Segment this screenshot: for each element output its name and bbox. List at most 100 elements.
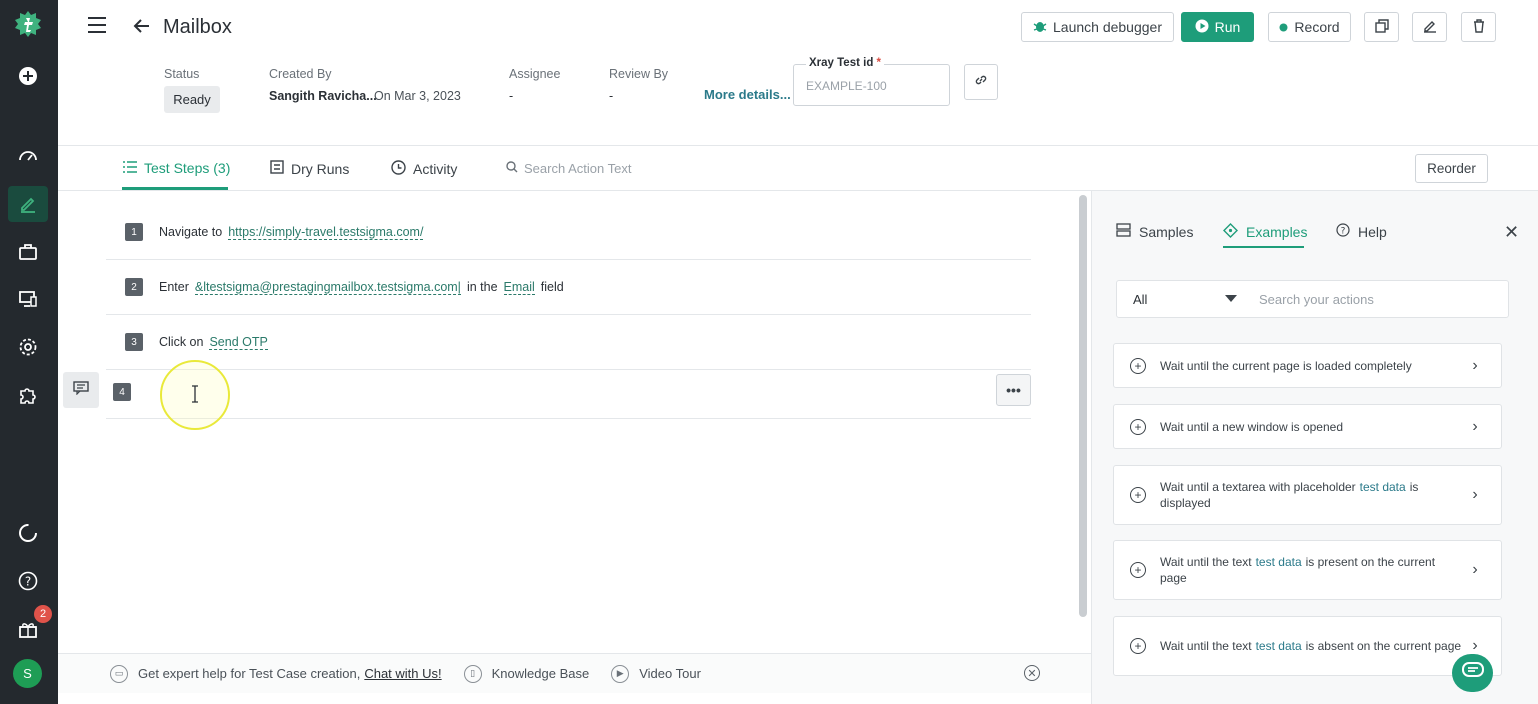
help-icon[interactable]: ? bbox=[14, 567, 42, 595]
assignee-value[interactable]: - bbox=[509, 89, 513, 103]
support-chat-button[interactable] bbox=[1452, 654, 1493, 692]
link-button[interactable] bbox=[964, 64, 998, 100]
status-label: Status bbox=[164, 67, 200, 81]
settings-gear-icon[interactable] bbox=[14, 333, 42, 361]
chat-with-us-link[interactable]: Chat with Us! bbox=[364, 666, 441, 681]
tab-test-steps[interactable]: Test Steps (3) bbox=[123, 160, 230, 176]
hamburger-menu-icon[interactable] bbox=[86, 14, 108, 36]
step-element-token[interactable]: Send OTP bbox=[209, 335, 268, 350]
chevron-right-icon: › bbox=[1472, 417, 1478, 435]
chevron-right-icon: › bbox=[1472, 637, 1478, 654]
search-actions-input[interactable]: Search your actions bbox=[1251, 292, 1374, 307]
edit-button[interactable] bbox=[1412, 12, 1447, 42]
close-panel-icon[interactable]: ✕ bbox=[1504, 222, 1519, 243]
step-url-token[interactable]: https://simply-travel.testsigma.com/ bbox=[228, 225, 424, 240]
tab-dry-runs[interactable]: Dry Runs bbox=[270, 160, 349, 177]
record-label: Record bbox=[1294, 19, 1340, 35]
xray-test-id-input[interactable]: EXAMPLE-100 bbox=[793, 64, 950, 106]
steps-scrollbar[interactable] bbox=[1079, 195, 1087, 617]
category-select[interactable]: All bbox=[1117, 281, 1251, 317]
record-button[interactable]: Record bbox=[1268, 12, 1351, 42]
knowledge-base-link[interactable]: ▯ Knowledge Base bbox=[463, 664, 589, 683]
active-panel-tab-underline bbox=[1223, 246, 1304, 248]
new-step-input-row[interactable]: 4 bbox=[106, 369, 1031, 419]
video-tour-label: Video Tour bbox=[639, 666, 701, 681]
example-action-card[interactable]: + Wait until the text test data is present… bbox=[1113, 540, 1502, 600]
launch-debugger-label: Launch debugger bbox=[1053, 19, 1162, 35]
svg-text:?: ? bbox=[1341, 227, 1346, 237]
add-circle-icon[interactable]: + bbox=[1130, 418, 1146, 435]
example-action-card[interactable]: + Wait until the current page is loaded … bbox=[1113, 343, 1502, 388]
action-filter-bar: All Search your actions bbox=[1116, 280, 1509, 318]
add-icon[interactable] bbox=[14, 62, 42, 90]
example-action-card[interactable]: + Wait until a textarea with placeholder… bbox=[1113, 465, 1502, 525]
assignee-label: Assignee bbox=[509, 67, 561, 81]
test-step-2[interactable]: 2 Enter &ltestsigma@prestagingmailbox.te… bbox=[106, 260, 1031, 315]
test-step-1[interactable]: 1 Navigate to https://simply-travel.test… bbox=[106, 205, 1031, 260]
chevron-right-icon: › bbox=[1472, 356, 1478, 374]
video-tour-link[interactable]: ▶ Video Tour bbox=[611, 664, 701, 683]
search-icon bbox=[506, 161, 518, 176]
help-text: Get expert help for Test Case creation, bbox=[138, 666, 361, 681]
add-circle-icon[interactable]: + bbox=[1130, 562, 1146, 578]
chat-icon bbox=[1461, 661, 1484, 685]
search-action-placeholder: Search Action Text bbox=[524, 161, 632, 176]
add-circle-icon[interactable]: + bbox=[1130, 638, 1146, 654]
step-action-text-mid: in the bbox=[466, 280, 498, 294]
test-step-3[interactable]: 3 Click on Send OTP bbox=[106, 315, 1031, 370]
reorder-button[interactable]: Reorder bbox=[1415, 154, 1488, 183]
xray-test-id-label: Xray Test id * bbox=[806, 57, 885, 69]
status-badge[interactable]: Ready bbox=[164, 86, 220, 113]
step-action-text: Click on bbox=[159, 335, 204, 349]
left-nav-rail: ? 2 S bbox=[0, 0, 58, 704]
text-cursor-icon bbox=[191, 385, 199, 408]
action-text-part: Wait until the current page is loaded co… bbox=[1160, 358, 1412, 373]
test-data-token: test data bbox=[1255, 555, 1302, 569]
tab-activity[interactable]: Activity bbox=[391, 160, 457, 178]
tab-dry-runs-label: Dry Runs bbox=[291, 160, 350, 177]
addons-puzzle-icon[interactable] bbox=[14, 381, 42, 409]
chat-bubble-icon: ▭ bbox=[110, 664, 128, 683]
step-test-data-token[interactable]: &ltestsigma@prestagingmailbox.testsigma.… bbox=[194, 280, 461, 295]
dry-runs-icon bbox=[270, 160, 284, 177]
step-action-text-end: field bbox=[540, 280, 564, 294]
book-icon: ▯ bbox=[463, 664, 482, 683]
dashboard-icon[interactable] bbox=[14, 142, 42, 170]
add-circle-icon[interactable]: + bbox=[1130, 357, 1146, 374]
step-comment-button[interactable] bbox=[63, 372, 99, 408]
tab-samples[interactable]: Samples bbox=[1116, 223, 1193, 240]
example-action-card[interactable]: + Wait until a new window is opened › bbox=[1113, 404, 1502, 449]
copy-button[interactable] bbox=[1364, 12, 1399, 42]
tab-help[interactable]: ? Help bbox=[1336, 223, 1387, 240]
devices-icon[interactable] bbox=[14, 285, 42, 313]
help-circle-icon: ? bbox=[1336, 223, 1350, 240]
back-arrow-icon[interactable] bbox=[132, 16, 152, 36]
action-text: Wait until the current page is loaded co… bbox=[1160, 358, 1463, 374]
tab-activity-label: Activity bbox=[413, 161, 458, 177]
add-circle-icon[interactable]: + bbox=[1130, 487, 1146, 503]
tab-examples-label: Examples bbox=[1246, 224, 1308, 240]
header-divider bbox=[58, 145, 1538, 146]
briefcase-icon[interactable] bbox=[14, 238, 42, 266]
search-action-input[interactable]: Search Action Text bbox=[506, 161, 631, 176]
testsigma-logo-icon[interactable] bbox=[14, 10, 42, 38]
launch-debugger-button[interactable]: Launch debugger bbox=[1021, 12, 1174, 42]
action-text: Wait until the text test data is absent on… bbox=[1160, 638, 1463, 654]
example-action-card[interactable]: + Wait until the text test data is absent … bbox=[1113, 616, 1502, 676]
trash-icon bbox=[1472, 18, 1486, 36]
step-action-text: Navigate to bbox=[159, 225, 223, 239]
run-button[interactable]: Run bbox=[1181, 12, 1254, 42]
step-element-token[interactable]: Email bbox=[503, 280, 535, 295]
progress-circle-icon[interactable] bbox=[14, 519, 42, 547]
tab-examples[interactable]: Examples bbox=[1223, 223, 1307, 241]
review-by-value[interactable]: - bbox=[609, 89, 613, 103]
step-number: 4 bbox=[113, 383, 131, 401]
more-details-link[interactable]: More details... bbox=[704, 87, 791, 102]
tab-help-label: Help bbox=[1358, 223, 1387, 240]
user-avatar[interactable]: S bbox=[13, 659, 42, 688]
test-development-icon[interactable] bbox=[8, 186, 48, 222]
delete-button[interactable] bbox=[1461, 12, 1496, 42]
close-footer-icon[interactable]: ✕ bbox=[1024, 665, 1040, 681]
step-options-button[interactable]: ••• bbox=[996, 374, 1031, 406]
action-text-part: Wait until a new window is opened bbox=[1160, 419, 1343, 434]
